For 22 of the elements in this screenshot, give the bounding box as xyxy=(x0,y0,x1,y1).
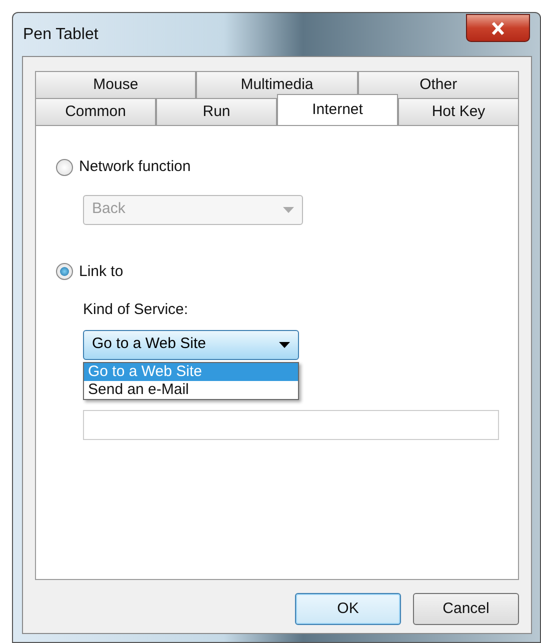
cancel-button[interactable]: Cancel xyxy=(413,593,519,625)
ok-button[interactable]: OK xyxy=(295,593,401,625)
close-icon xyxy=(491,22,505,34)
window-title: Pen Tablet xyxy=(23,24,98,44)
dropdown-arrow-icon xyxy=(279,342,290,348)
radio-button[interactable] xyxy=(56,158,73,176)
input-field[interactable] xyxy=(83,410,499,440)
close-button[interactable] xyxy=(466,14,530,42)
tab[interactable]: Mouse xyxy=(35,71,196,98)
radio-button[interactable] xyxy=(56,263,73,280)
tab[interactable]: Internet xyxy=(277,94,398,125)
radio-label: Link to xyxy=(79,262,124,282)
radio-label: Network function xyxy=(79,157,191,177)
dropdown[interactable]: Go to a Web Site xyxy=(83,330,299,360)
dropdown-arrow-icon xyxy=(283,206,294,212)
tab[interactable]: Common xyxy=(35,98,156,125)
tab[interactable]: Multimedia xyxy=(196,71,358,98)
field-label: Kind of Service: xyxy=(83,300,190,320)
tab[interactable]: Run xyxy=(156,98,277,125)
tab[interactable]: Hot Key xyxy=(398,98,519,125)
tab[interactable]: Other xyxy=(358,71,519,98)
dropdown-option[interactable]: Send an e-Mail xyxy=(84,381,298,399)
